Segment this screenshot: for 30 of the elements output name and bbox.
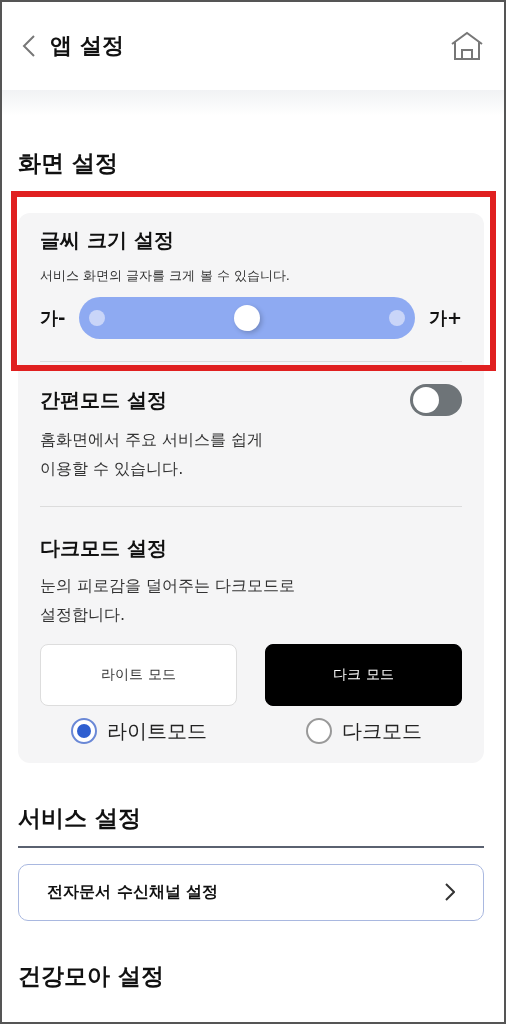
radio-icon[interactable] <box>305 718 332 745</box>
slider-thumb[interactable] <box>234 305 261 332</box>
radio-label: 라이트모드 <box>106 717 207 745</box>
setting-title: 글씨 크기 설정 <box>40 227 175 254</box>
menu-item[interactable]: 전자문서 수신채널 설정 <box>18 863 484 921</box>
section-title: 건강모아 설정 <box>18 961 165 991</box>
radio-label: 다크모드 <box>341 717 422 745</box>
font-size-slider[interactable] <box>79 297 415 340</box>
setting-description: 홈화면에서 주요 서비스를 쉽게 이용할 수 있습니다. <box>40 429 265 481</box>
back-icon[interactable] <box>22 34 36 58</box>
setting-description: 서비스 화면의 글자를 크게 볼 수 있습니다. <box>40 267 291 285</box>
mode-preview[interactable]: 라이트 모드 <box>40 643 237 706</box>
toggle-switch[interactable] <box>410 384 462 417</box>
setting-title: 다크모드 설정 <box>40 535 168 562</box>
radio-icon[interactable] <box>70 718 97 745</box>
setting-title: 간편모드 설정 <box>40 386 167 414</box>
mode-preview[interactable]: 다크 모드 <box>265 643 462 706</box>
menu-item-label: 전자문서 수신채널 설정 <box>47 881 219 903</box>
mode-radio[interactable]: 라이트모드 <box>70 717 207 745</box>
chevron-right-icon <box>445 883 455 902</box>
step-dot <box>388 310 405 327</box>
setting-description: 눈의 피로감을 덜어주는 다크모드로 설정합니다. <box>40 575 297 626</box>
home-icon[interactable] <box>450 31 484 61</box>
larger-text-label: 가+ <box>428 306 462 331</box>
step-dot <box>89 310 106 327</box>
section-title: 화면 설정 <box>18 116 484 193</box>
mode-radio[interactable]: 다크모드 <box>305 717 422 745</box>
page-title: 앱 설정 <box>50 32 125 60</box>
smaller-text-label: 가- <box>40 306 66 331</box>
section-title: 서비스 설정 <box>18 762 484 848</box>
